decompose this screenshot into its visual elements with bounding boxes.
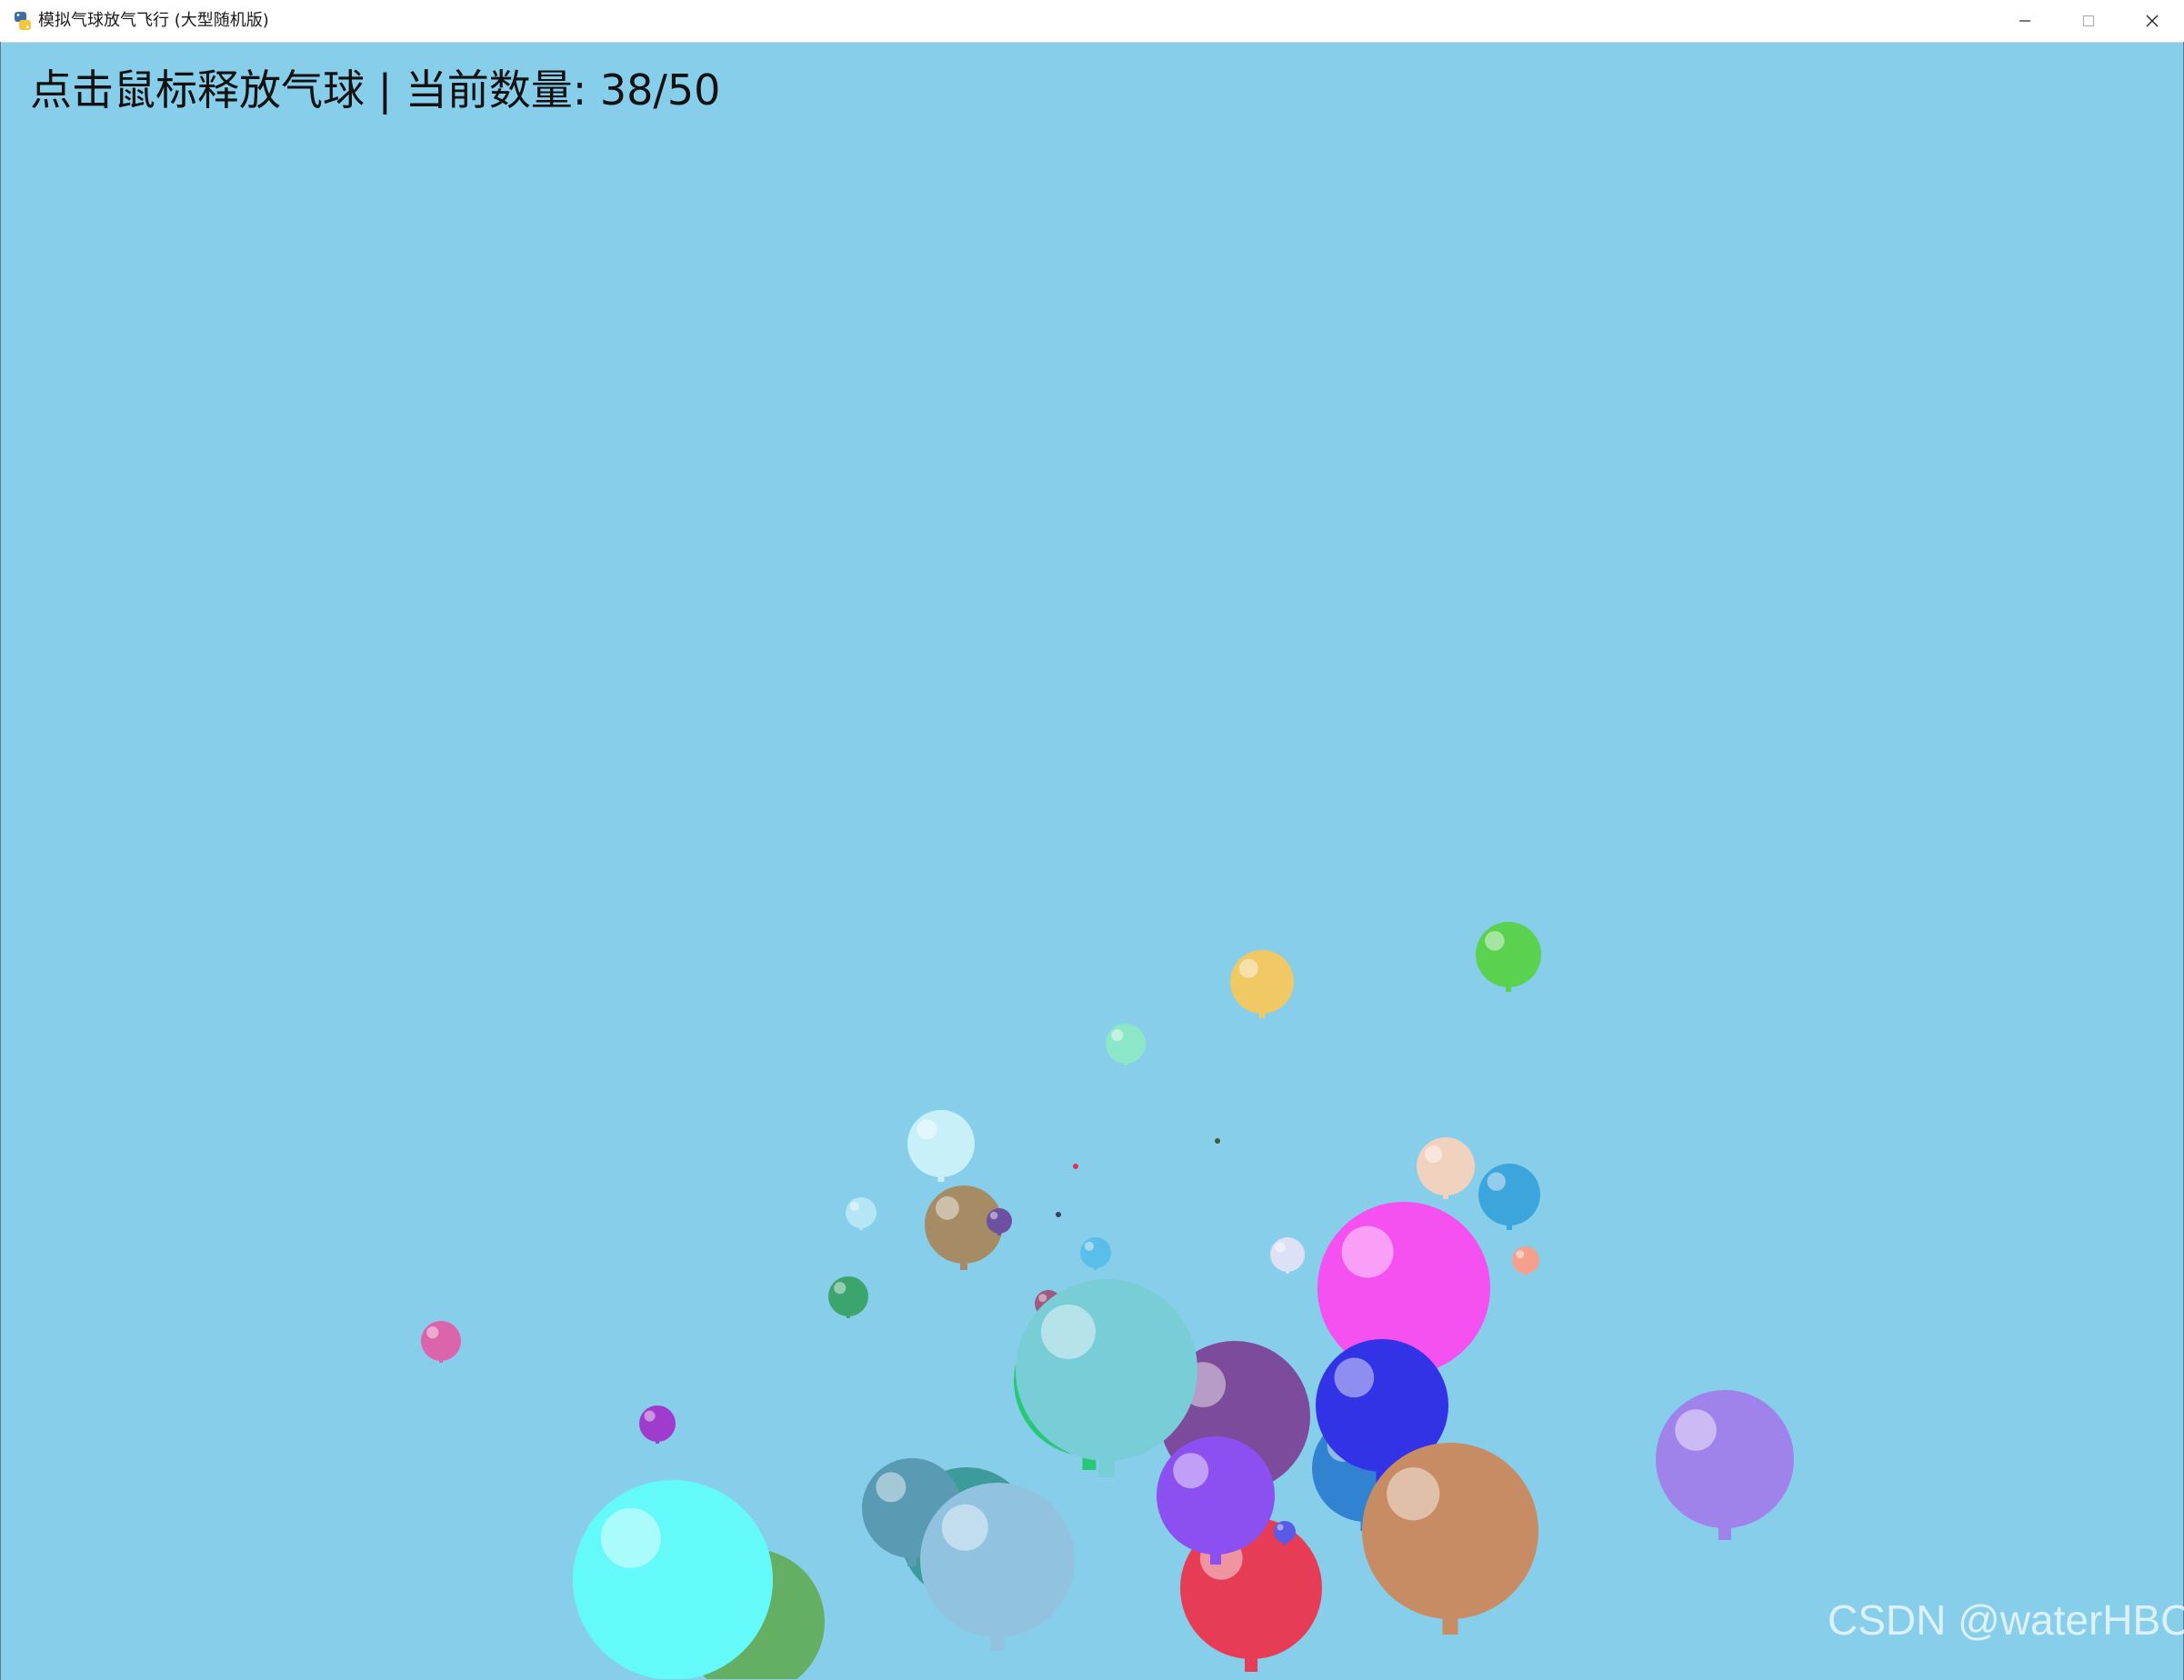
- air-particle: [1056, 1212, 1061, 1217]
- balloon-highlight: [1238, 958, 1258, 978]
- balloon-highlight: [600, 1507, 661, 1568]
- balloon-body: [1362, 1443, 1538, 1619]
- close-button[interactable]: [2120, 0, 2184, 42]
- balloon[interactable]: [1417, 1137, 1475, 1199]
- maximize-button[interactable]: [2057, 0, 2120, 42]
- balloon-body: [1274, 1521, 1296, 1543]
- balloon-highlight: [1516, 1250, 1525, 1259]
- window-border-left: [0, 42, 1, 1680]
- balloon-body: [987, 1208, 1012, 1234]
- balloon-body: [1512, 1246, 1539, 1274]
- balloon-highlight: [426, 1326, 439, 1339]
- air-particle: [1073, 1164, 1078, 1169]
- balloon[interactable]: [1512, 1246, 1539, 1275]
- hud-status-text: 点击鼠标释放气球 | 当前数量: 38/50: [30, 65, 721, 115]
- balloon[interactable]: [1478, 1164, 1540, 1230]
- balloon-body: [1476, 922, 1541, 987]
- balloon-body: [1106, 1024, 1146, 1064]
- balloon[interactable]: [1080, 1237, 1111, 1270]
- balloon-highlight: [1487, 1172, 1506, 1191]
- balloon-body: [1016, 1279, 1197, 1461]
- balloon[interactable]: [573, 1480, 773, 1679]
- close-icon: [2146, 15, 2159, 27]
- balloon-body: [1270, 1237, 1305, 1272]
- window-title: 模拟气球放气飞行 (大型随机版): [38, 11, 269, 30]
- balloon-highlight: [917, 1119, 937, 1140]
- balloon-body: [639, 1405, 676, 1442]
- balloon-highlight: [1334, 1357, 1375, 1398]
- balloon[interactable]: [1362, 1443, 1538, 1635]
- balloon-body: [907, 1110, 975, 1177]
- balloon-body: [828, 1276, 868, 1316]
- balloon-highlight: [1041, 1305, 1096, 1359]
- game-canvas[interactable]: 点击鼠标释放气球 | 当前数量: 38/50: [1, 43, 2183, 1679]
- balloon-highlight: [849, 1201, 859, 1211]
- balloon-body: [421, 1321, 461, 1361]
- balloon[interactable]: [1230, 950, 1294, 1018]
- balloon-knot: [1442, 1617, 1458, 1635]
- balloon-highlight: [1038, 1294, 1047, 1303]
- balloon-highlight: [644, 1410, 656, 1422]
- balloon-body: [1080, 1237, 1111, 1268]
- balloon-highlight: [1111, 1029, 1124, 1042]
- minimize-icon: [2019, 20, 2030, 22]
- balloon[interactable]: [920, 1483, 1075, 1651]
- balloon-highlight: [876, 1472, 907, 1503]
- balloon-highlight: [941, 1504, 988, 1551]
- balloon-highlight: [1275, 1242, 1286, 1253]
- air-particle: [1215, 1138, 1220, 1144]
- balloon-knot: [1098, 1459, 1115, 1477]
- balloon[interactable]: [1106, 1024, 1146, 1065]
- python-snake-icon: [15, 12, 31, 30]
- balloon-highlight: [1341, 1225, 1394, 1278]
- app-window: 模拟气球放气飞行 (大型随机版) 点击鼠标释放气球 | 当前数量: 38/50 …: [0, 0, 2184, 1680]
- balloon[interactable]: [1270, 1237, 1305, 1274]
- balloon-knot: [1718, 1526, 1731, 1540]
- balloon-layer: [421, 922, 1794, 1679]
- balloon-body: [1230, 950, 1294, 1014]
- balloon[interactable]: [828, 1276, 868, 1318]
- balloon-highlight: [1173, 1453, 1209, 1489]
- maximize-icon: [2082, 15, 2095, 27]
- balloon-body: [1417, 1137, 1475, 1195]
- watermark-text: CSDN @waterHBO: [1828, 1596, 2184, 1644]
- balloon-body: [573, 1480, 773, 1679]
- balloon-knot: [1245, 1657, 1257, 1672]
- minimize-button[interactable]: [1993, 0, 2057, 42]
- balloon[interactable]: [846, 1197, 877, 1230]
- balloon[interactable]: [639, 1405, 676, 1444]
- balloon-highlight: [1424, 1145, 1443, 1164]
- balloon-highlight: [1485, 931, 1505, 951]
- balloon-highlight: [1675, 1409, 1717, 1451]
- balloon-body: [920, 1483, 1075, 1637]
- balloon[interactable]: [1656, 1390, 1794, 1540]
- balloon-highlight: [834, 1282, 847, 1295]
- balloon-highlight: [936, 1196, 959, 1220]
- balloon-highlight: [989, 1211, 998, 1220]
- balloon-highlight: [1387, 1467, 1440, 1521]
- balloon[interactable]: [421, 1321, 461, 1363]
- balloon-highlight: [1277, 1524, 1284, 1531]
- balloon-knot: [990, 1635, 1005, 1651]
- title-bar[interactable]: 模拟气球放气飞行 (大型随机版): [0, 0, 2184, 43]
- balloon-body: [1478, 1164, 1540, 1225]
- balloon[interactable]: [1476, 922, 1541, 992]
- balloon-body: [846, 1197, 877, 1228]
- balloon[interactable]: [907, 1110, 975, 1182]
- balloon-body: [1157, 1436, 1275, 1555]
- balloon-body: [1656, 1390, 1794, 1528]
- balloon-highlight: [1084, 1241, 1094, 1251]
